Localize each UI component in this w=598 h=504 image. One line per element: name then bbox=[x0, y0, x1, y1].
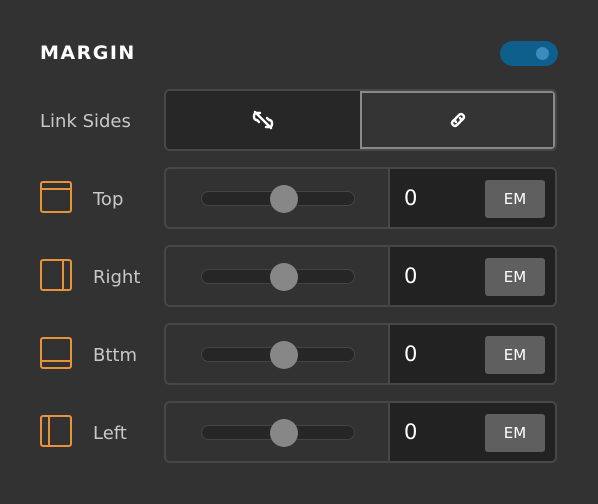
right-margin-control: 0 EM bbox=[164, 245, 557, 307]
link-sides-label: Link Sides bbox=[40, 111, 131, 132]
value-field[interactable]: 0 EM bbox=[390, 403, 555, 461]
top-side-icon bbox=[40, 181, 72, 213]
toggle-knob[interactable] bbox=[536, 47, 549, 60]
slider-thumb[interactable] bbox=[270, 341, 298, 369]
section-title: MARGIN bbox=[40, 42, 136, 64]
bottom-margin-control: 0 EM bbox=[164, 323, 557, 385]
margin-toggle[interactable] bbox=[500, 41, 558, 66]
unlink-button[interactable] bbox=[166, 91, 360, 149]
slider-thumb[interactable] bbox=[270, 419, 298, 447]
value-field[interactable]: 0 EM bbox=[390, 325, 555, 383]
unit-button[interactable]: EM bbox=[485, 414, 545, 452]
row-label-right: Right bbox=[93, 267, 141, 288]
unit-button[interactable]: EM bbox=[485, 180, 545, 218]
value-input[interactable]: 0 bbox=[404, 264, 417, 288]
link-icon bbox=[451, 112, 466, 128]
value-input[interactable]: 0 bbox=[404, 186, 417, 210]
row-label-top: Top bbox=[93, 189, 124, 210]
unlink-icon bbox=[252, 110, 273, 130]
slider-thumb[interactable] bbox=[270, 263, 298, 291]
link-button[interactable] bbox=[359, 91, 555, 149]
slider bbox=[166, 403, 390, 461]
unit-button[interactable]: EM bbox=[485, 336, 545, 374]
row-label-left: Left bbox=[93, 423, 127, 444]
top-margin-control: 0 EM bbox=[164, 167, 557, 229]
value-field[interactable]: 0 EM bbox=[390, 247, 555, 305]
link-sides-group bbox=[164, 89, 557, 151]
slider bbox=[166, 247, 390, 305]
value-input[interactable]: 0 bbox=[404, 420, 417, 444]
right-side-icon bbox=[40, 259, 72, 291]
slider bbox=[166, 169, 390, 227]
bottom-side-icon bbox=[40, 337, 72, 369]
slider-thumb[interactable] bbox=[270, 185, 298, 213]
left-margin-control: 0 EM bbox=[164, 401, 557, 463]
value-input[interactable]: 0 bbox=[404, 342, 417, 366]
left-side-icon bbox=[40, 415, 72, 447]
row-label-bottom: Bttm bbox=[93, 345, 137, 366]
slider bbox=[166, 325, 390, 383]
unit-button[interactable]: EM bbox=[485, 258, 545, 296]
value-field[interactable]: 0 EM bbox=[390, 169, 555, 227]
